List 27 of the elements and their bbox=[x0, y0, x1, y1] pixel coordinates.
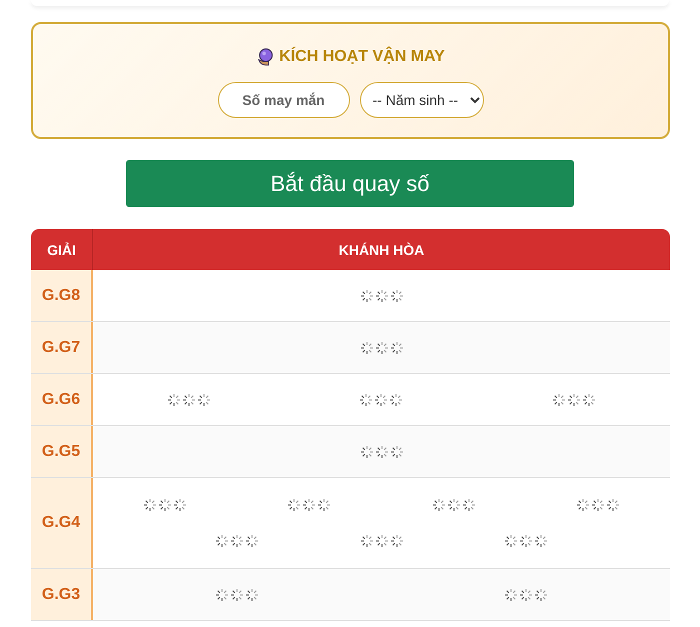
prize-label: G.G6 bbox=[31, 374, 93, 425]
birth-year-select[interactable]: -- Năm sinh -- bbox=[360, 82, 484, 118]
loading-icon bbox=[167, 392, 212, 406]
loading-icon bbox=[287, 498, 332, 512]
loading-icon bbox=[360, 444, 404, 458]
start-spin-button[interactable]: Bắt đầu quay số bbox=[126, 160, 574, 207]
lucky-number-button[interactable]: Số may mắn bbox=[218, 82, 350, 118]
loading-icon bbox=[360, 534, 404, 548]
loading-icon bbox=[504, 588, 548, 602]
loading-icon bbox=[143, 498, 188, 512]
loading-icon bbox=[552, 392, 596, 406]
loading-icon bbox=[360, 288, 404, 302]
loading-icon bbox=[360, 340, 404, 354]
prize-label: G.G5 bbox=[31, 426, 93, 477]
loading-icon bbox=[359, 392, 404, 406]
loading-icon bbox=[215, 534, 260, 548]
prize-label: G.G4 bbox=[31, 478, 93, 568]
loading-icon bbox=[432, 498, 476, 512]
loading-icon bbox=[215, 588, 260, 602]
prize-label: G.G3 bbox=[31, 569, 93, 620]
loading-icon bbox=[504, 534, 548, 548]
loading-icon bbox=[576, 498, 620, 512]
prize-label: G.G7 bbox=[31, 322, 93, 373]
prize-label: G.G8 bbox=[31, 270, 93, 321]
crystal-ball-icon bbox=[256, 48, 274, 66]
luck-title: KÍCH HOẠT VẬN MAY bbox=[279, 48, 445, 66]
column-header: KHÁNH HÒA bbox=[338, 240, 426, 260]
